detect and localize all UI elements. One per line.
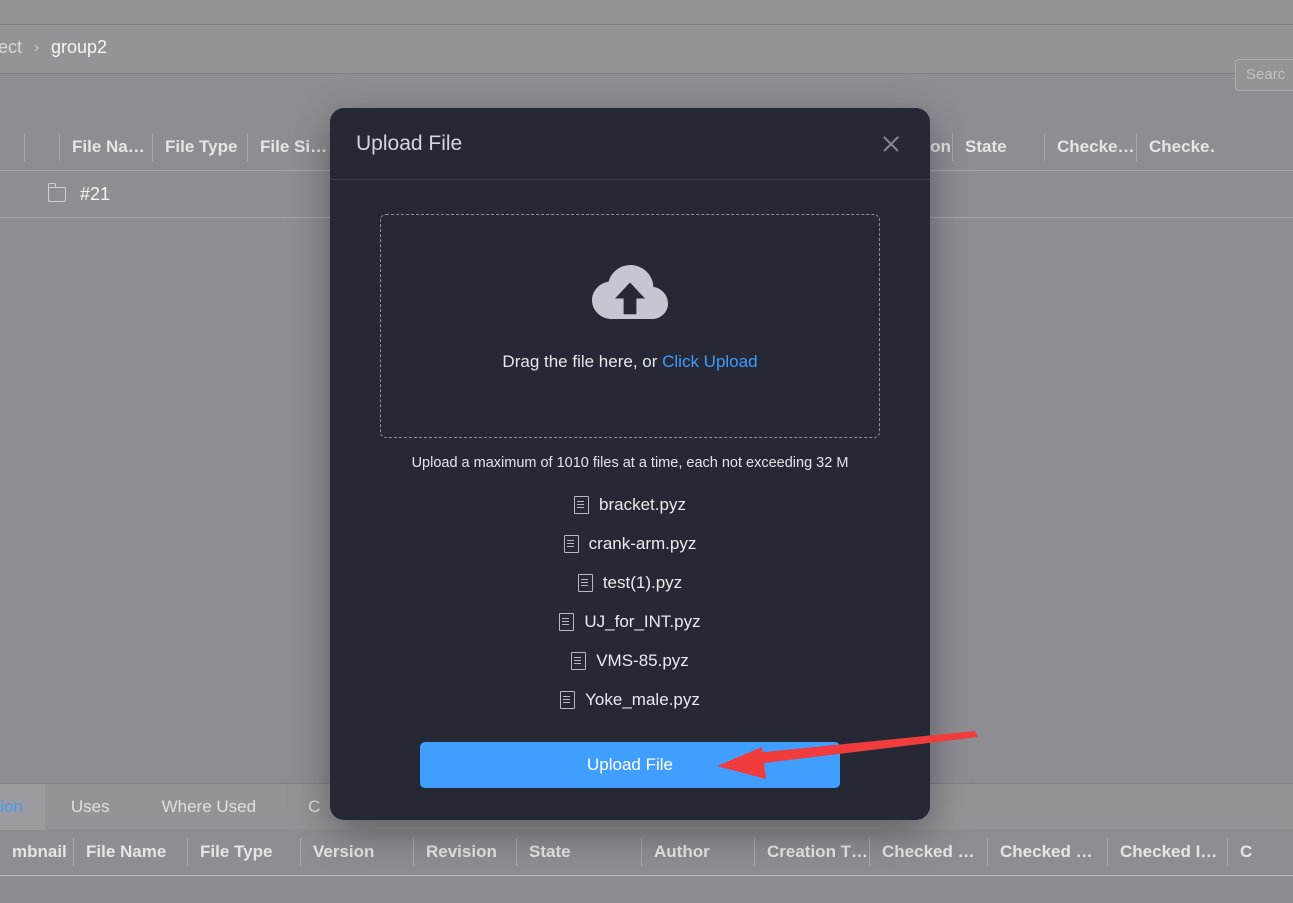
list-item[interactable]: bracket.pyz xyxy=(380,485,880,524)
upload-file-button[interactable]: Upload File xyxy=(420,742,840,788)
file-name: VMS-85.pyz xyxy=(596,650,689,670)
upload-hint: Upload a maximum of 1010 files at a time… xyxy=(411,455,849,471)
cloud-upload-icon xyxy=(590,263,670,330)
click-upload-link[interactable]: Click Upload xyxy=(662,352,757,371)
dialog-header: Upload File xyxy=(330,108,930,180)
file-icon xyxy=(560,690,576,709)
file-name: Yoke_male.pyz xyxy=(585,689,700,709)
upload-file-dialog: Upload File Drag the file here, or Click… xyxy=(330,108,930,820)
file-name: test(1).pyz xyxy=(602,572,683,592)
dialog-body: Drag the file here, or Click Upload Uplo… xyxy=(330,180,930,719)
file-name: bracket.pyz xyxy=(599,494,686,514)
file-name: UJ_for_INT.pyz xyxy=(584,611,701,631)
file-icon xyxy=(577,573,593,592)
file-icon xyxy=(571,651,587,670)
file-icon xyxy=(559,612,575,631)
close-icon[interactable] xyxy=(878,131,904,157)
list-item[interactable]: VMS-85.pyz xyxy=(380,641,880,680)
file-dropzone[interactable]: Drag the file here, or Click Upload xyxy=(380,214,880,438)
selected-file-list: bracket.pyz crank-arm.pyz test(1).pyz UJ… xyxy=(380,485,880,719)
list-item[interactable]: crank-arm.pyz xyxy=(380,524,880,563)
file-icon xyxy=(574,495,590,514)
dropzone-text: Drag the file here, or Click Upload xyxy=(502,352,757,372)
file-name: crank-arm.pyz xyxy=(588,533,697,553)
file-icon xyxy=(563,534,579,553)
list-item[interactable]: test(1).pyz xyxy=(380,563,880,602)
list-item[interactable]: Yoke_male.pyz xyxy=(380,680,880,719)
dropzone-text-prefix: Drag the file here, or xyxy=(502,351,663,371)
dialog-title: Upload File xyxy=(356,131,463,155)
list-item[interactable]: UJ_for_INT.pyz xyxy=(380,602,880,641)
